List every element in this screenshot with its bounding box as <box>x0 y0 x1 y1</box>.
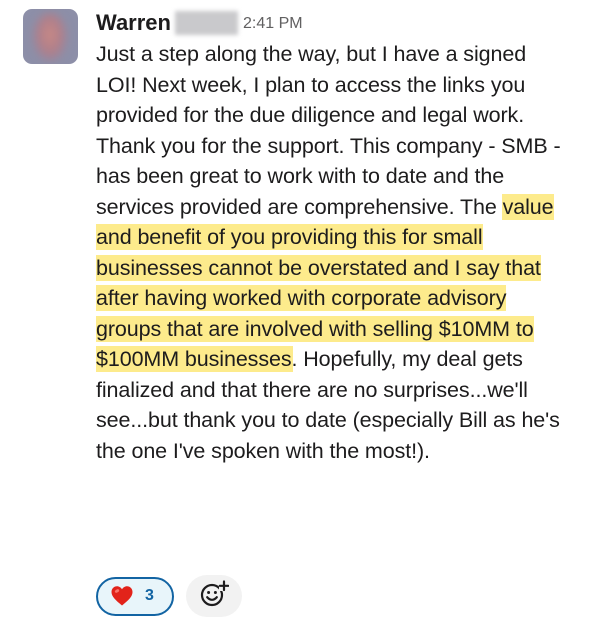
message-body-text: Just a step along the way, but I have a … <box>96 42 561 219</box>
author-name[interactable]: Warren <box>96 10 171 36</box>
message-timestamp[interactable]: 2:41 PM <box>243 15 303 33</box>
message-content: Warren 2:41 PM Just a step along the way… <box>96 6 572 466</box>
heart-icon <box>110 584 134 608</box>
heart-reaction-button[interactable]: 3 <box>96 576 174 616</box>
avatar[interactable] <box>23 9 78 64</box>
reactions-bar: 3 <box>96 575 242 617</box>
avatar-image <box>33 13 67 61</box>
reaction-count: 3 <box>145 587 154 604</box>
message-header: Warren 2:41 PM <box>96 6 572 40</box>
redacted-surname <box>174 11 238 35</box>
message-body: Just a step along the way, but I have a … <box>96 39 572 466</box>
add-reaction-button[interactable] <box>186 575 242 617</box>
add-emoji-icon <box>199 579 230 614</box>
highlighted-text: value and benefit of you providing this … <box>96 194 554 371</box>
chat-message: Warren 2:41 PM Just a step along the way… <box>0 0 590 629</box>
